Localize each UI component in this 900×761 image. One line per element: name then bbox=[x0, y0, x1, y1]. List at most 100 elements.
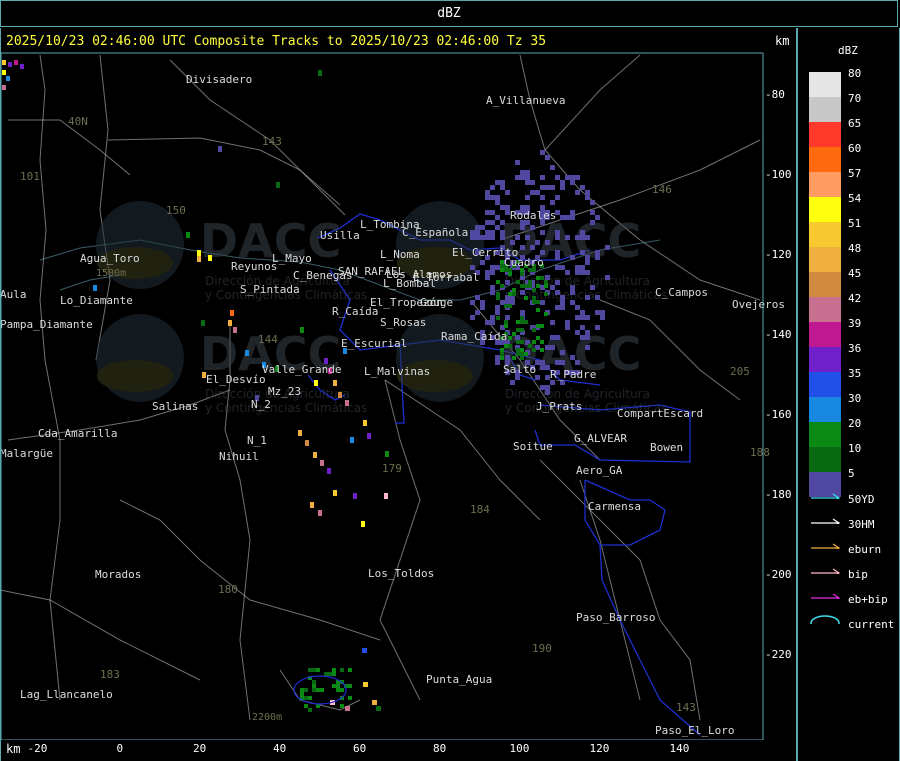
radar-cell bbox=[595, 215, 600, 220]
radar-cell bbox=[575, 330, 580, 335]
radar-cell bbox=[580, 235, 585, 240]
radar-cell bbox=[540, 324, 544, 328]
elevation-label: 2200m bbox=[252, 712, 282, 723]
radar-cell bbox=[485, 320, 490, 325]
composite-header: 2025/10/23 02:46:00 UTC Composite Tracks… bbox=[6, 34, 547, 49]
radar-cell bbox=[485, 230, 490, 235]
radar-cell bbox=[520, 170, 525, 175]
radar-cell bbox=[544, 292, 548, 296]
radar-cell bbox=[308, 668, 312, 672]
radar-cell bbox=[575, 360, 580, 365]
radar-cell bbox=[485, 210, 490, 215]
radar-cell bbox=[560, 360, 565, 365]
radar-cell bbox=[363, 682, 368, 687]
radar-cell bbox=[504, 304, 508, 308]
radar-cell bbox=[316, 668, 320, 672]
radar-cell bbox=[332, 684, 336, 688]
legend-value: 45 bbox=[848, 267, 862, 280]
legend-value: 30 bbox=[848, 392, 862, 405]
route-label: 183 bbox=[100, 668, 120, 681]
radar-cell bbox=[345, 400, 349, 406]
radar-cell bbox=[605, 245, 610, 250]
radar-cell bbox=[560, 185, 565, 190]
radar-cell bbox=[545, 275, 550, 280]
radar-cell bbox=[508, 292, 512, 296]
radar-cell bbox=[565, 235, 570, 240]
radar-cell bbox=[496, 296, 500, 300]
place-label: Carmensa bbox=[588, 500, 641, 513]
radar-cell bbox=[500, 205, 505, 210]
radar-cell bbox=[540, 340, 544, 344]
place-label: Mz_23 bbox=[268, 385, 301, 398]
radar-cell bbox=[575, 315, 580, 320]
radar-cell bbox=[245, 350, 249, 356]
radar-cell bbox=[555, 335, 560, 340]
radar-cell bbox=[516, 352, 520, 356]
legend-value: 57 bbox=[848, 167, 862, 180]
place-label: R_Padre bbox=[550, 368, 596, 381]
radar-cell bbox=[348, 684, 352, 688]
radar-cell bbox=[555, 305, 560, 310]
radar-cell bbox=[524, 284, 528, 288]
radar-cell bbox=[475, 225, 480, 230]
radar-cell bbox=[515, 175, 520, 180]
radar-cell bbox=[516, 348, 520, 352]
radar-cell bbox=[585, 235, 590, 240]
radar-cell bbox=[93, 285, 97, 291]
radar-cell bbox=[520, 320, 524, 324]
radar-cell bbox=[490, 285, 495, 290]
place-label: L_Noma bbox=[380, 248, 420, 261]
radar-cell bbox=[495, 355, 500, 360]
radar-cell bbox=[524, 296, 528, 300]
radar-cell bbox=[496, 280, 500, 284]
radar-cell bbox=[570, 210, 575, 215]
radar-cell bbox=[362, 648, 367, 653]
radar-cell bbox=[332, 668, 336, 672]
radar-cell bbox=[545, 240, 550, 245]
radar-cell bbox=[490, 210, 495, 215]
radar-cell bbox=[525, 170, 530, 175]
radar-cell bbox=[208, 255, 212, 261]
radar-cell bbox=[490, 230, 495, 235]
legend-swatch bbox=[809, 72, 841, 97]
track-arrow-icon bbox=[811, 543, 841, 549]
radar-cell bbox=[570, 175, 575, 180]
legend-value: 65 bbox=[848, 117, 862, 130]
place-label: L_Bombal bbox=[383, 277, 436, 290]
place-label: N_2 bbox=[251, 398, 271, 411]
x-tick-label: 80 bbox=[433, 742, 447, 755]
radar-cell bbox=[550, 185, 555, 190]
place-label: Bowen bbox=[650, 441, 683, 454]
radar-cell bbox=[318, 510, 322, 516]
radar-cell bbox=[500, 230, 505, 235]
elevation-label: 1500m bbox=[96, 268, 126, 279]
legend-value: 80 bbox=[848, 67, 862, 80]
radar-cell bbox=[540, 150, 545, 155]
radar-cell bbox=[540, 348, 544, 352]
radar-cell bbox=[580, 325, 585, 330]
radar-cell bbox=[384, 493, 388, 499]
radar-cell bbox=[312, 668, 316, 672]
radar-cell bbox=[495, 360, 500, 365]
radar-cell bbox=[233, 327, 237, 333]
radar-cell bbox=[512, 292, 516, 296]
radar-cell bbox=[560, 265, 565, 270]
radar-cell bbox=[475, 235, 480, 240]
radar-cell bbox=[532, 296, 536, 300]
radar-cell bbox=[376, 706, 381, 711]
route-label: 180 bbox=[218, 583, 238, 596]
radar-cell bbox=[333, 380, 337, 386]
radar-cell bbox=[6, 76, 10, 81]
place-label: Divisadero bbox=[186, 73, 252, 86]
radar-cell bbox=[2, 60, 6, 65]
radar-cell bbox=[345, 706, 350, 711]
radar-cell bbox=[524, 352, 528, 356]
radar-cell bbox=[485, 195, 490, 200]
radar-map[interactable]: DACC Dirección de Agricultura y Continge… bbox=[0, 52, 796, 740]
radar-cell bbox=[490, 185, 495, 190]
radar-cell bbox=[555, 250, 560, 255]
legend-swatch bbox=[809, 322, 841, 347]
radar-cell bbox=[512, 356, 516, 360]
y-tick-label: -220 bbox=[765, 648, 792, 661]
radar-cell bbox=[520, 290, 525, 295]
